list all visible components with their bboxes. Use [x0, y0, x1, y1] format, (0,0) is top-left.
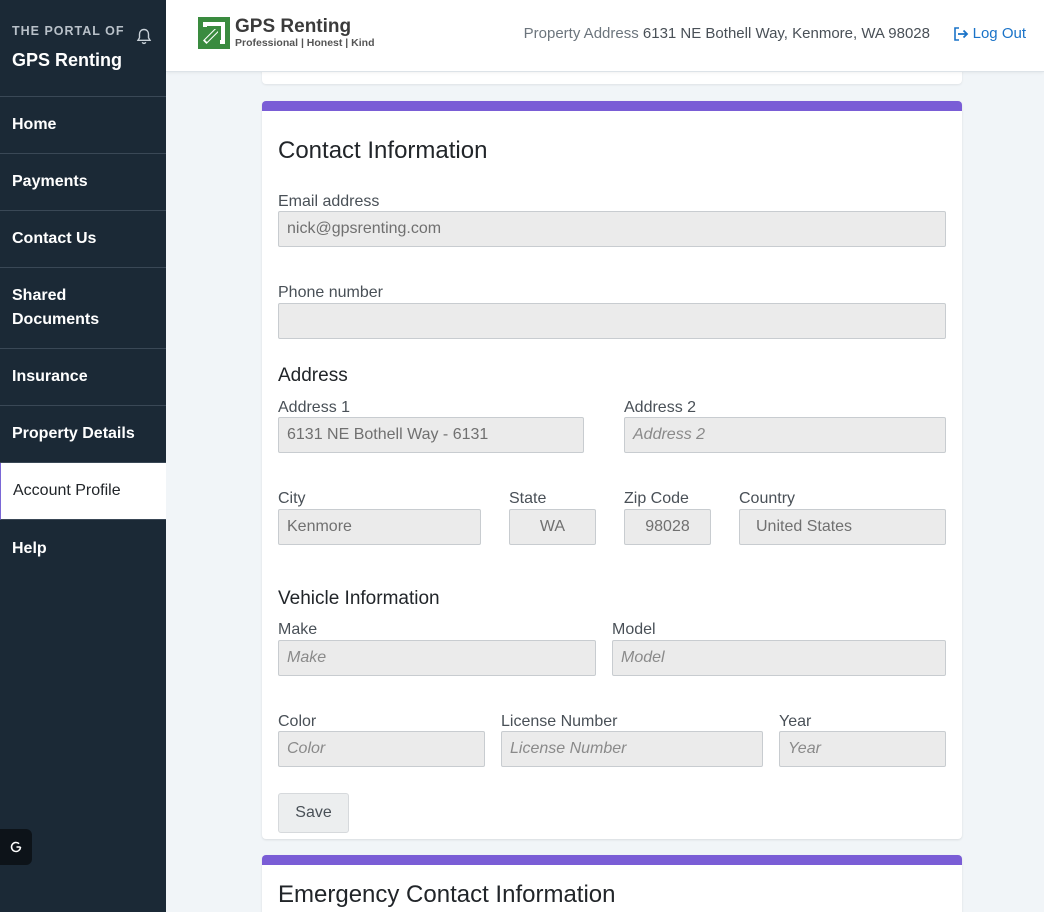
sidebar-item-label: Shared Documents	[12, 287, 100, 328]
year-field[interactable]: Year	[779, 731, 946, 767]
sign-out-icon	[953, 26, 968, 41]
zip-field[interactable]: 98028	[624, 509, 711, 545]
save-button[interactable]: Save	[278, 793, 349, 833]
model-field[interactable]: Model	[612, 640, 946, 676]
address2-label: Address 2	[624, 399, 697, 416]
address1-label: Address 1	[278, 399, 351, 416]
logout-link[interactable]: Log Out	[953, 25, 1026, 42]
address1-field[interactable]: 6131 NE Bothell Way - 6131	[278, 417, 584, 453]
card-title: Contact Information	[278, 137, 488, 164]
state-label: State	[509, 490, 547, 507]
company-logo[interactable]: GPS Renting Professional | Honest | Kind	[198, 17, 374, 49]
sidebar-item-property-details[interactable]: Property Details	[0, 406, 166, 463]
city-field[interactable]: Kenmore	[278, 509, 481, 545]
phone-field[interactable]	[278, 303, 946, 339]
logo-arrow-icon	[198, 17, 230, 49]
year-label: Year	[779, 713, 812, 730]
contact-information-card: Contact Information Email address nick@g…	[262, 101, 962, 839]
make-label: Make	[278, 621, 318, 638]
address2-field[interactable]: Address 2	[624, 417, 946, 453]
sidebar: THE PORTAL OF GPS Renting Home Payments …	[0, 0, 166, 912]
logout-label: Log Out	[972, 25, 1026, 42]
sidebar-item-shared-documents[interactable]: Shared Documents	[0, 268, 166, 349]
card-title: Emergency Contact Information	[278, 881, 616, 908]
logo-name: GPS Renting	[235, 16, 352, 37]
make-field[interactable]: Make	[278, 640, 596, 676]
sidebar-header: THE PORTAL OF GPS Renting	[0, 0, 166, 97]
address-section-title: Address	[278, 365, 348, 386]
logo-tagline: Professional | Honest | Kind	[235, 37, 375, 49]
sidebar-item-contact-us[interactable]: Contact Us	[0, 211, 166, 268]
model-label: Model	[612, 621, 656, 638]
accessibility-button[interactable]	[0, 829, 32, 865]
color-label: Color	[278, 713, 317, 730]
emergency-contact-card: Emergency Contact Information	[262, 855, 962, 912]
portal-brand: GPS Renting	[12, 50, 123, 70]
country-label: Country	[739, 490, 796, 507]
license-label: License Number	[501, 713, 618, 730]
city-label: City	[278, 490, 306, 507]
phone-label: Phone number	[278, 284, 383, 301]
country-field[interactable]: United States	[739, 509, 946, 545]
state-field[interactable]: WA	[509, 509, 596, 545]
top-header: GPS Renting Professional | Honest | Kind…	[166, 0, 1044, 72]
vehicle-section-title: Vehicle Information	[278, 588, 440, 609]
color-field[interactable]: Color	[278, 731, 485, 767]
email-field[interactable]: nick@gpsrenting.com	[278, 211, 946, 247]
sidebar-item-payments[interactable]: Payments	[0, 154, 166, 211]
license-field[interactable]: License Number	[501, 731, 763, 767]
bell-icon[interactable]	[136, 28, 152, 46]
sidebar-item-account-profile[interactable]: Account Profile	[0, 463, 166, 520]
sidebar-item-insurance[interactable]: Insurance	[0, 349, 166, 406]
property-address-label: Property Address	[523, 25, 639, 42]
sidebar-item-home[interactable]: Home	[0, 97, 166, 154]
portal-label: THE PORTAL OF	[12, 24, 125, 38]
property-address: Property Address 6131 NE Bothell Way, Ke…	[524, 25, 930, 42]
zip-label: Zip Code	[624, 490, 689, 507]
email-label: Email address	[278, 193, 380, 210]
refresh-icon	[10, 841, 22, 853]
property-address-value: 6131 NE Bothell Way, Kenmore, WA 98028	[642, 25, 930, 42]
sidebar-item-help[interactable]: Help	[0, 520, 166, 577]
